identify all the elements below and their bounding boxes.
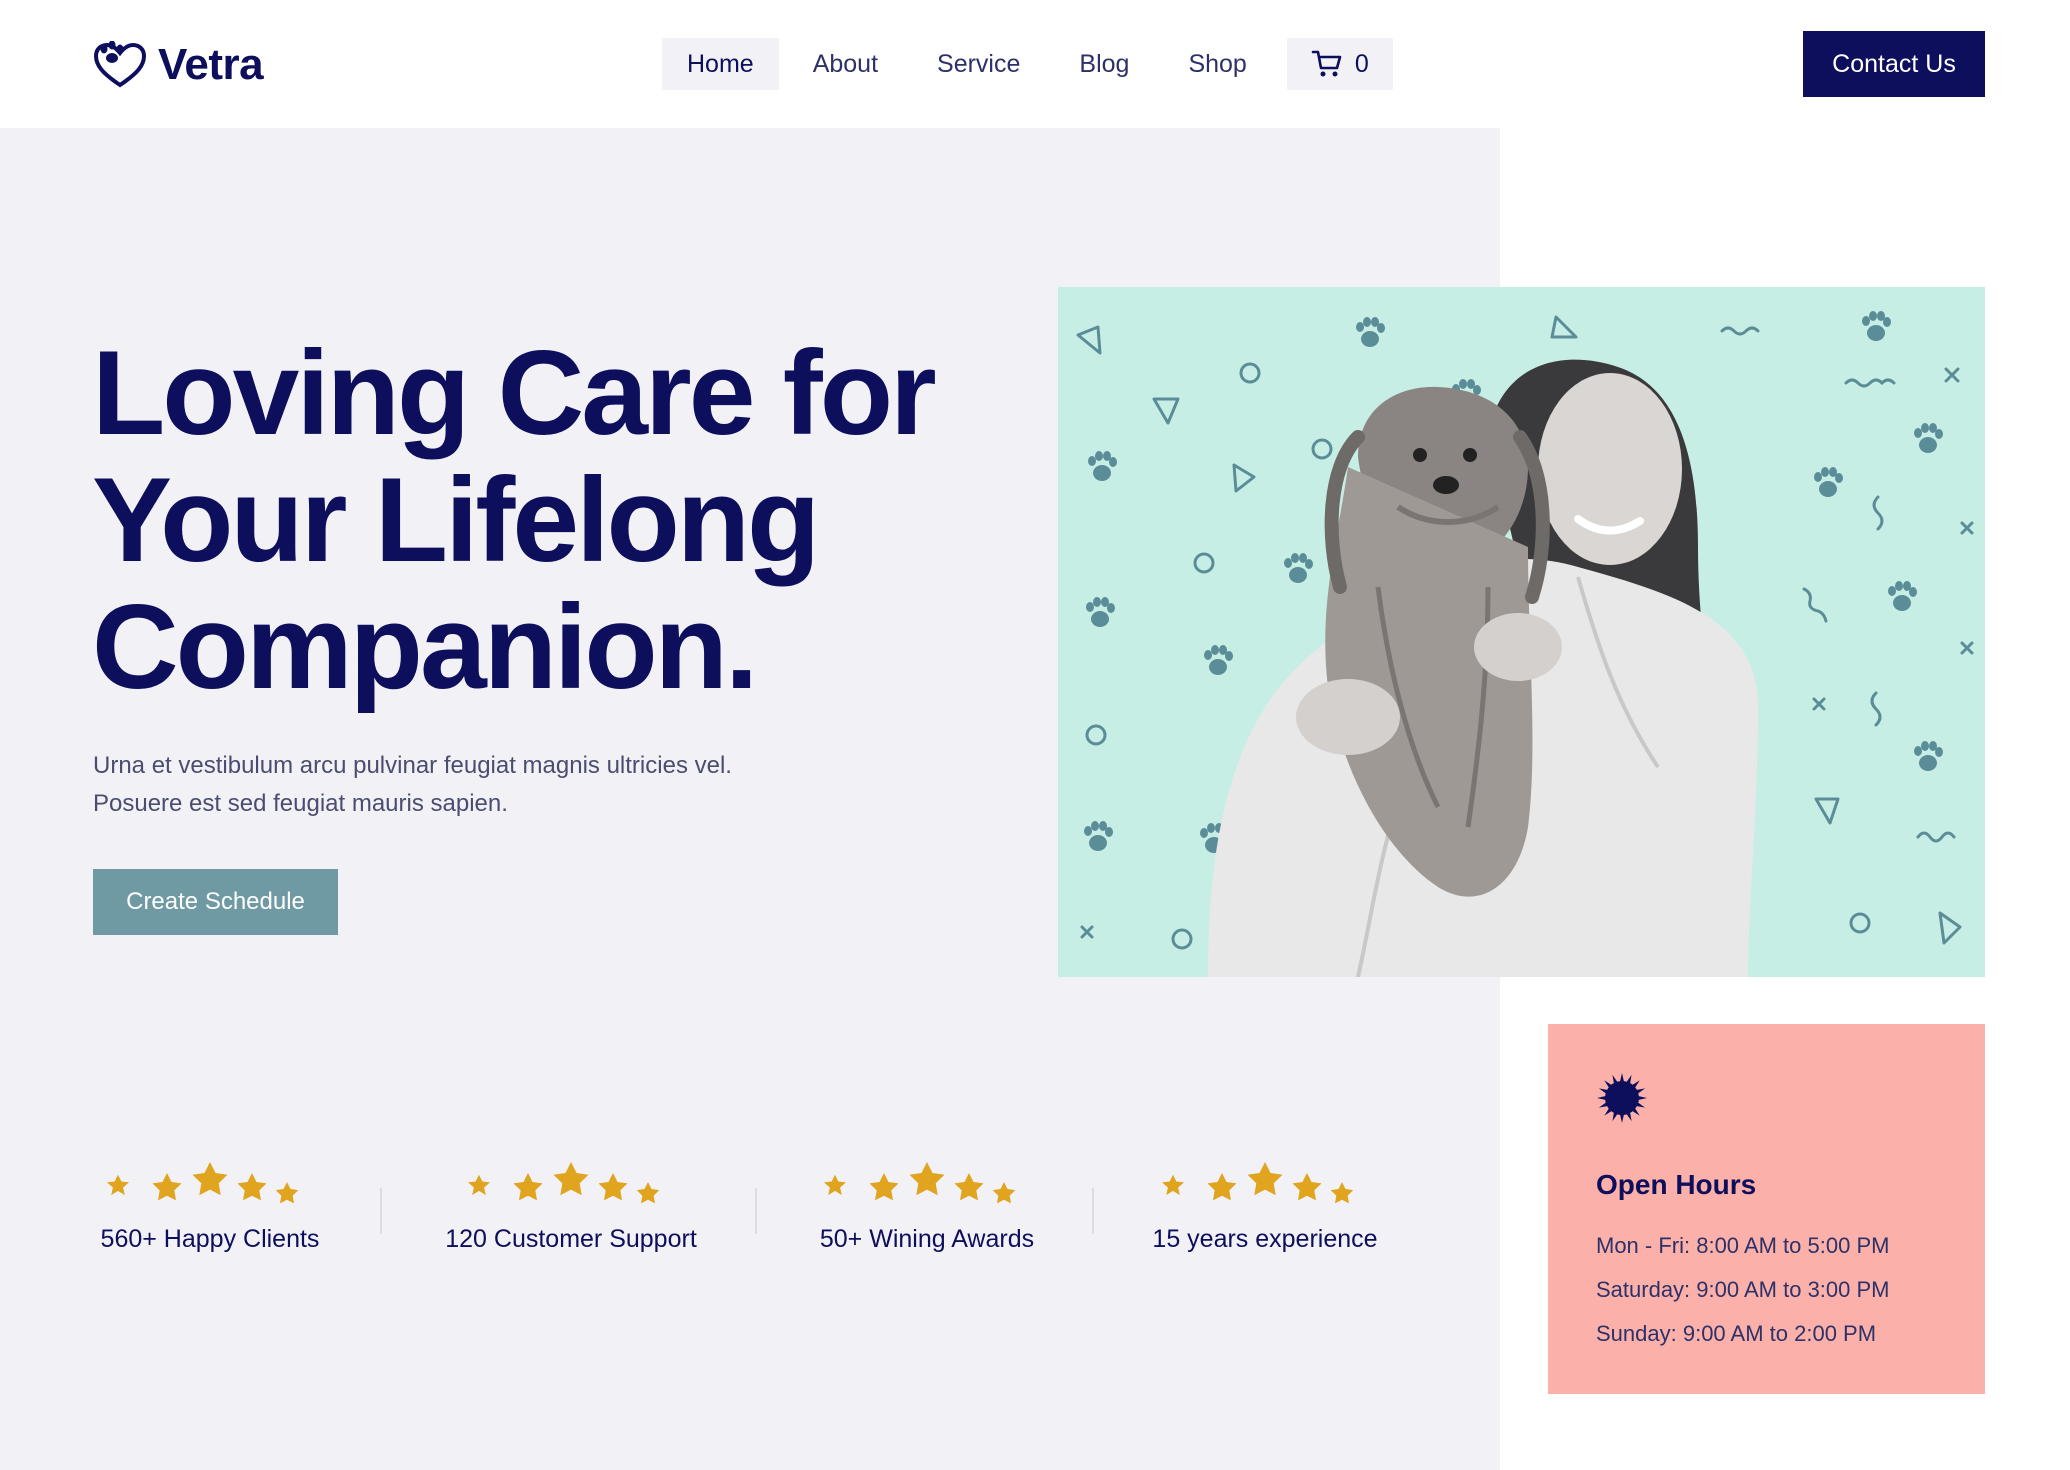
stat-item: 15 years experience bbox=[1147, 1160, 1383, 1254]
vet-with-dog-illustration bbox=[1076, 311, 1974, 977]
cart-button[interactable]: 0 bbox=[1286, 38, 1393, 90]
hero-title-line: Your Lifelong bbox=[92, 453, 820, 587]
stat-item: 120 Customer Support bbox=[436, 1160, 706, 1254]
nav-item-about[interactable]: About bbox=[788, 38, 903, 90]
star-rating-icon bbox=[823, 1162, 1016, 1204]
paw-heart-icon bbox=[93, 41, 147, 88]
nav-item-home[interactable]: Home bbox=[662, 38, 779, 90]
brand-name: Vetra bbox=[158, 40, 264, 89]
hero-image bbox=[1058, 287, 1985, 977]
hero-title-line: Loving Care for bbox=[92, 326, 937, 460]
main-nav: Home About Service Blog Shop 0 bbox=[662, 38, 1393, 90]
hours-line: Sunday: 9:00 AM to 2:00 PM bbox=[1596, 1321, 1877, 1346]
nav-item-blog[interactable]: Blog bbox=[1054, 38, 1154, 90]
nav-item-shop[interactable]: Shop bbox=[1163, 38, 1271, 90]
stat-divider bbox=[1092, 1188, 1094, 1234]
stat-divider bbox=[380, 1188, 382, 1234]
hero-title: Loving Care for Your Lifelong Companion. bbox=[92, 330, 992, 711]
star-rating-icon bbox=[467, 1162, 660, 1204]
stat-label: 560+ Happy Clients bbox=[100, 1225, 320, 1253]
hero-title-line: Companion. bbox=[92, 580, 758, 714]
star-rating-icon bbox=[1161, 1162, 1354, 1204]
open-hours-title: Open Hours bbox=[1596, 1169, 1757, 1200]
cart-icon bbox=[1311, 50, 1342, 77]
stat-item: 560+ Happy Clients bbox=[92, 1160, 328, 1254]
stat-label: 50+ Wining Awards bbox=[819, 1225, 1035, 1253]
hours-line: Mon - Fri: 8:00 AM to 5:00 PM bbox=[1596, 1233, 1890, 1258]
stat-item: 50+ Wining Awards bbox=[812, 1160, 1042, 1254]
hours-line: Saturday: 9:00 AM to 3:00 PM bbox=[1596, 1277, 1890, 1302]
hero-description: Urna et vestibulum arcu pulvinar feugiat… bbox=[93, 752, 732, 817]
cart-count: 0 bbox=[1354, 49, 1369, 78]
starburst-icon bbox=[1586, 1062, 1658, 1134]
site-header: Vetra Home About Service Blog Shop 0 Con… bbox=[0, 0, 2070, 128]
contact-us-button[interactable]: Contact Us bbox=[1803, 31, 1985, 97]
star-rating-icon bbox=[106, 1162, 299, 1204]
brand-logo[interactable]: Vetra bbox=[92, 40, 264, 90]
open-hours-card: Open Hours Mon - Fri: 8:00 AM to 5:00 PM… bbox=[1548, 1024, 1985, 1394]
stat-divider bbox=[755, 1188, 757, 1234]
nav-item-service[interactable]: Service bbox=[912, 38, 1045, 90]
create-schedule-button[interactable]: Create Schedule bbox=[93, 869, 338, 935]
stat-label: 15 years experience bbox=[1152, 1225, 1378, 1253]
stat-label: 120 Customer Support bbox=[445, 1225, 697, 1253]
